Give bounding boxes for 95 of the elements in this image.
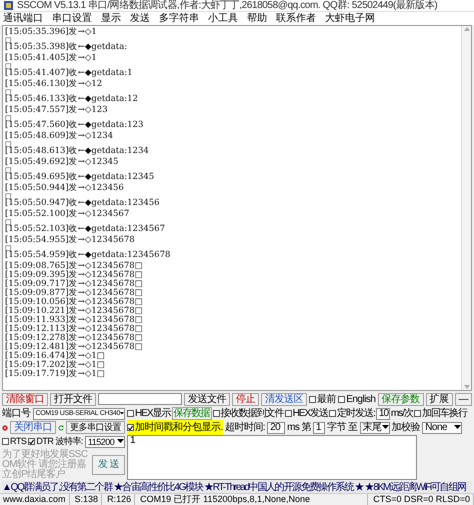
log-line: [15:09:09.395]发→◇12345678□ <box>5 271 143 280</box>
menu-item[interactable]: 多字符串 <box>159 12 199 24</box>
log-line: [15:05:50.947]收←◆getdata:123456 <box>5 199 160 208</box>
end-select[interactable]: 末尾 <box>360 422 390 434</box>
send-button[interactable]: 发 送 <box>92 454 125 474</box>
ticker-text: ▲QQ群满员了,没有第二个群 ★合宙高性价比4G模块 ★RT-Thread中国人的开源免费操作系统 ★ ★8KM远距离WiFi可自组网 <box>2 480 466 494</box>
log-line: [15:09:16.474]发→◇1□ <box>5 352 105 361</box>
log-line: [15:09:12.278]发→◇12345678□ <box>5 334 143 343</box>
clear-window-button[interactable]: 清除窗口 <box>2 392 48 406</box>
notice-text: 为了更好地发展SSCOM软件 请您注册嘉立创P结尾客户 <box>2 450 89 480</box>
log-line: [15:05:41.407]收←◆getdata:1 <box>5 69 133 78</box>
close-port-button[interactable]: 关闭串口 <box>10 421 56 434</box>
dropdown-caret-icon <box>120 411 124 416</box>
dropdown-caret-icon <box>117 439 124 444</box>
log-line: [15:09:08.765]发→◇12345678□ <box>5 262 143 271</box>
log-line: [15:09:12.481]发→◇12345678□ <box>5 343 143 352</box>
log-line: [15:09:09.717]发→◇12345678□ <box>5 280 143 289</box>
menu-item[interactable]: 大虾电子网 <box>325 12 375 24</box>
checkbox[interactable]: HEX显示 <box>127 406 171 421</box>
scrollbar[interactable] <box>461 26 471 390</box>
checkbox[interactable]: RTS <box>2 434 26 448</box>
more-settings-button[interactable]: 更多串口设置 <box>66 421 125 434</box>
menu-item[interactable]: 发送 <box>130 12 150 24</box>
log-line: [15:05:48.613]收←◆getdata:1234 <box>5 147 149 156</box>
timeout-field[interactable]: 20 <box>267 422 286 434</box>
log-line: [15:09:12.113]发→◇12345678□ <box>5 325 143 334</box>
log-line: [15:09:11.933]发→◇12345678□ <box>5 316 143 325</box>
scroll-down-icon[interactable] <box>464 385 470 389</box>
file-path-field[interactable] <box>98 393 182 405</box>
label: ms <box>287 421 300 435</box>
save-params-button[interactable]: 保存参数 <box>378 392 424 406</box>
label: 字节 至 <box>326 420 358 435</box>
checkbox[interactable]: 最前 <box>309 392 336 406</box>
app-icon <box>4 1 13 10</box>
log-line: [15:05:50.944]发→◇123456 <box>5 184 124 193</box>
label: 超时时间: <box>224 420 266 435</box>
checkbox[interactable]: 加时间戳和分包显示. <box>127 420 223 435</box>
stop-button[interactable]: 停止 <box>232 392 260 406</box>
send-file-button[interactable]: 发送文件 <box>184 392 230 406</box>
label: 加校验 <box>392 420 420 435</box>
dropdown-caret-icon <box>382 425 389 430</box>
log-line: [15:05:52.103]收←◆getdata:1234567 <box>5 225 165 234</box>
log-line: [15:05:46.130]发→◇12 <box>5 80 102 89</box>
checkbox[interactable]: English <box>338 392 376 406</box>
power-icon <box>2 422 8 432</box>
save-data-button[interactable]: 保存数据 <box>172 407 212 420</box>
checkbox[interactable]: HEX发送 <box>284 406 328 421</box>
log-line: [15:09:10.221]发→◇12345678□ <box>5 307 143 316</box>
checkbox[interactable]: 加回车换行 <box>414 406 468 421</box>
status-field: COM19 已打开 115200bps,8,1,None,None <box>137 494 368 505</box>
log-line: [15:05:47.557]发→◇123 <box>5 106 108 115</box>
baud-select[interactable]: 115200 <box>84 436 125 448</box>
menu-item[interactable]: 联系作者 <box>276 12 316 24</box>
menu-item[interactable]: 小工具 <box>208 12 238 24</box>
refresh-icon[interactable] <box>58 422 64 432</box>
scroll-up-icon[interactable] <box>464 27 470 31</box>
expand-button[interactable]: 扩展 <box>426 392 452 406</box>
checkbox[interactable]: 定时发送: <box>329 406 375 421</box>
status-field: CTS=0 DSR=0 RLSD=0 <box>370 494 474 505</box>
log-line: [15:05:41.405]发→◇1 <box>5 54 97 63</box>
dropdown-caret-icon <box>454 425 462 430</box>
log-line: [15:05:35.396]发→◇1 <box>5 28 97 37</box>
status-field: R:126 <box>104 494 136 505</box>
label: 第 <box>301 421 311 435</box>
log-line: [15:05:46.133]收←◆getdata:12 <box>5 95 138 104</box>
label: ms/次 <box>390 407 414 421</box>
menu-item[interactable]: 显示 <box>101 12 121 24</box>
checksum-select[interactable]: None <box>422 422 462 434</box>
open-file-button[interactable]: 打开文件 <box>50 392 96 406</box>
menu-item[interactable]: 串口设置 <box>52 12 92 24</box>
collapse-button[interactable]: — <box>454 392 472 406</box>
log-line: [15:09:17.202]发→◇1□ <box>5 361 105 370</box>
log-line: [15:09:09.877]发→◇12345678□ <box>5 289 143 298</box>
checkbox[interactable]: 接收数据到文件 <box>212 406 284 421</box>
menu-item[interactable]: 通讯端口 <box>3 12 43 24</box>
log-line: [15:05:49.695]收←◆getdata:12345 <box>5 173 154 182</box>
log-line: [15:05:54.959]收←◆getdata:12345678 <box>5 251 170 260</box>
label: 波特率: <box>55 434 83 448</box>
log-line: [15:09:10.056]发→◇12345678□ <box>5 298 143 307</box>
clear-send-button[interactable]: 清发送区 <box>261 392 308 406</box>
log-line: [15:05:35.398]收←◆getdata: <box>5 43 128 52</box>
log-line: [15:09:17.719]发→◇1□ <box>5 370 105 379</box>
log-line: [15:05:54.955]发→◇12345678 <box>5 236 135 245</box>
status-field: www.daxia.com <box>0 494 70 505</box>
interval-field[interactable]: 10 <box>376 408 390 420</box>
log-line: [15:05:48.609]发→◇1234 <box>5 132 114 141</box>
checkbox[interactable]: DTR <box>28 434 54 448</box>
label: 端口号 <box>2 406 30 421</box>
log-line: [15:05:49.692]发→◇12345 <box>5 158 118 167</box>
menu-item[interactable]: 帮助 <box>247 12 267 24</box>
byte-from-field[interactable]: 1 <box>312 422 325 434</box>
log-line: [15:05:47.560]收←◆getdata:123 <box>5 121 144 130</box>
log-line: [15:05:52.100]发→◇1234567 <box>5 210 130 219</box>
status-field: S:138 <box>72 494 102 505</box>
send-field[interactable]: 1 <box>127 435 417 480</box>
